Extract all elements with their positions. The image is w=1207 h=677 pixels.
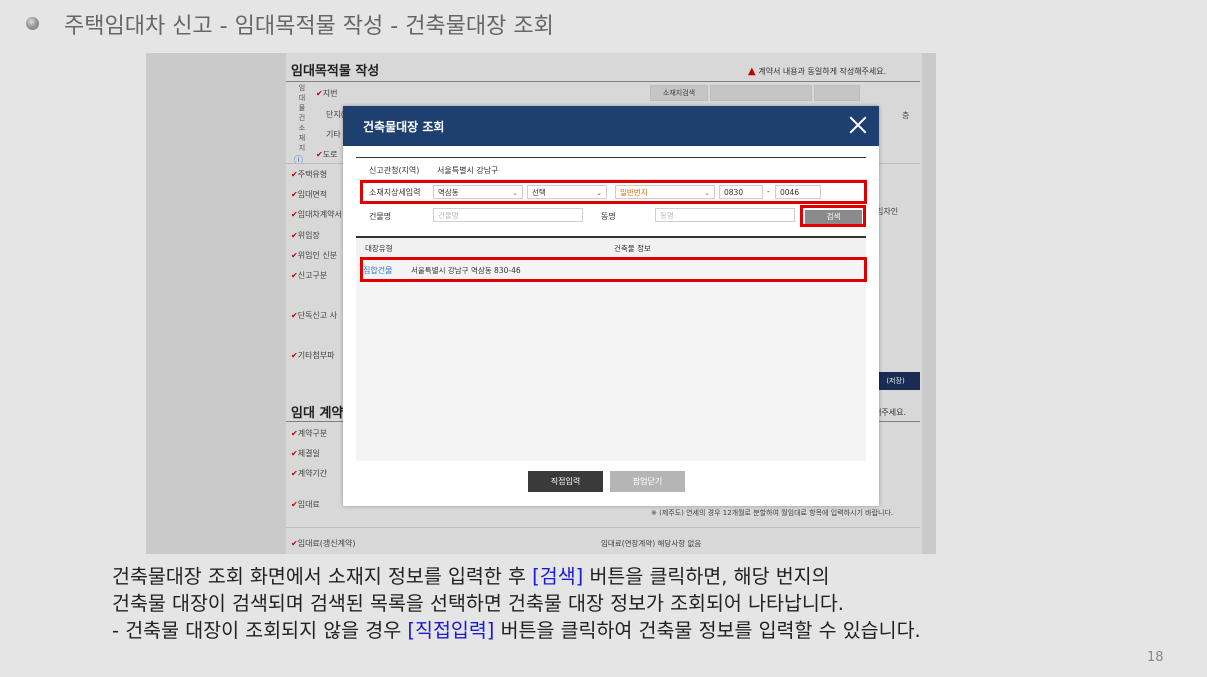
divider — [356, 157, 866, 158]
building-name-label: 건물명 — [369, 212, 392, 221]
desc-highlight-direct: [직접입력] — [407, 619, 495, 642]
search-highlight-box — [800, 205, 866, 227]
desc-text: 버튼을 클릭하여 건축물 정보를 입력할 수 있습니다. — [494, 619, 921, 642]
building-register-modal: 건축물대장 조회 신고관청(지역) 서울특별시 강남구 소재지상세입력 역삼동 ⌄… — [343, 106, 879, 506]
address-highlight-box — [360, 180, 867, 204]
slide-title: 주택임대차 신고 - 임대목적물 작성 - 건축물대장 조회 — [64, 14, 554, 39]
modal-header: 건축물대장 조회 — [343, 106, 879, 146]
results-header: 대장유형 건축물 정보 — [356, 238, 866, 257]
results-list: 집합건물 서울특별시 강남구 역삼동 830-46 — [356, 256, 866, 461]
description-line-1: 건축물대장 조회 화면에서 소재지 정보를 입력한 후 [검색] 버튼을 클릭하… — [112, 563, 921, 590]
jurisdiction-label: 신고관청(지역) — [369, 166, 420, 175]
desc-text: 건축물대장 조회 화면에서 소재지 정보를 입력한 후 — [112, 565, 533, 588]
dong-name-label: 동명 — [601, 212, 616, 221]
close-popup-button[interactable]: 팝업닫기 — [610, 471, 685, 492]
description: 건축물대장 조회 화면에서 소재지 정보를 입력한 후 [검색] 버튼을 클릭하… — [112, 563, 921, 644]
description-line-3: - 건축물 대장이 조회되지 않을 경우 [직접입력] 버튼을 클릭하여 건축물… — [112, 617, 921, 644]
desc-highlight-search: [검색] — [532, 565, 584, 588]
desc-text: - 건축물 대장이 조회되지 않을 경우 — [112, 619, 408, 642]
close-icon[interactable] — [847, 114, 869, 136]
screenshot-panel: 임대목적물 작성 ▲ 계약서 내용과 동일하게 작성해주세요. 임대물건소재지 … — [146, 53, 936, 554]
desc-text: 버튼을 클릭하면, 해당 번지의 — [583, 565, 830, 588]
header-info: 건축물 정보 — [614, 244, 651, 253]
building-name-input[interactable]: 건물명 — [433, 208, 583, 222]
dong-name-input[interactable]: 동명 — [655, 208, 795, 222]
direct-input-button[interactable]: 직접입력 — [528, 471, 603, 492]
jurisdiction-value: 서울특별시 강남구 — [437, 166, 499, 175]
modal-title: 건축물대장 조회 — [363, 120, 445, 134]
page-number: 18 — [1147, 650, 1164, 665]
result-highlight-box — [360, 257, 867, 282]
bullet-icon — [26, 17, 39, 30]
description-line-2: 건축물 대장이 검색되며 검색된 목록을 선택하면 건축물 대장 정보가 조회되… — [112, 592, 844, 615]
header-type: 대장유형 — [365, 244, 393, 253]
